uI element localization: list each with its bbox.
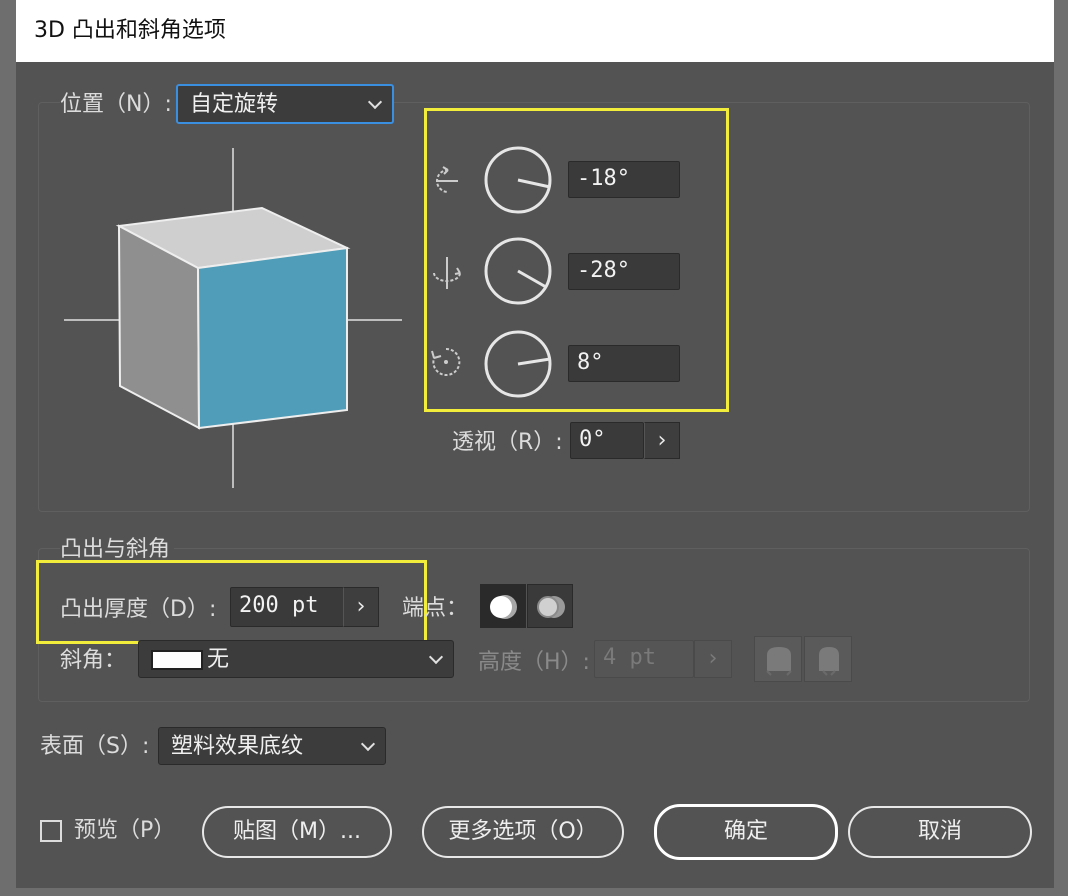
cube-front-face: [196, 246, 348, 430]
bevel-inward-icon: [819, 647, 839, 676]
rotate-z-input[interactable]: 8°: [568, 345, 680, 382]
position-select[interactable]: 自定旋转: [176, 84, 394, 124]
bevel-outward-button[interactable]: [754, 636, 802, 682]
cap-off-button[interactable]: [527, 584, 573, 628]
perspective-label: 透视（R）:: [452, 430, 563, 455]
height-label: 高度（H）:: [478, 650, 590, 675]
cap-off-icon: [537, 596, 565, 618]
window-frame-bottom: [0, 888, 1068, 896]
chevron-down-icon: [428, 649, 444, 665]
cap-on-button[interactable]: [480, 584, 526, 628]
rotate-y-dial[interactable]: [483, 236, 553, 306]
rotate-x-input[interactable]: -18°: [568, 161, 680, 198]
window-frame-left: [0, 0, 16, 896]
cancel-button[interactable]: 取消: [848, 806, 1032, 858]
rotate-x-icon: [436, 166, 458, 193]
extrude-depth-input[interactable]: 200 pt: [230, 587, 344, 627]
extrude-depth-slider-button[interactable]: ›: [343, 587, 379, 627]
bevel-outward-icon: [766, 647, 792, 676]
position-select-value: 自定旋转: [190, 92, 279, 117]
bevel-select-value: 无: [207, 647, 230, 672]
dialog-title: 3D 凸出和斜角选项: [16, 0, 1054, 62]
chevron-down-icon: [367, 94, 383, 110]
preview-checkbox[interactable]: [40, 820, 62, 842]
height-input[interactable]: 4 pt: [594, 640, 694, 678]
position-label: 位置（N）:: [60, 90, 176, 120]
surface-select-value: 塑料效果底纹: [171, 734, 304, 759]
surface-label: 表面（S）:: [40, 734, 150, 759]
bevel-select[interactable]: 无: [138, 640, 454, 678]
cap-label: 端点：: [402, 596, 469, 621]
window-frame-right: [1054, 0, 1068, 896]
bevel-label: 斜角：: [60, 648, 127, 673]
rotate-y-icon: [433, 257, 461, 289]
perspective-input[interactable]: 0°: [570, 422, 644, 459]
map-button[interactable]: 贴图（M）...: [202, 806, 392, 858]
chevron-down-icon: [360, 736, 376, 752]
preview-label: 预览（P）: [74, 818, 176, 843]
perspective-slider-button[interactable]: ›: [644, 422, 680, 459]
extrude-depth-label: 凸出厚度（D）:: [60, 597, 217, 622]
bevel-inward-button[interactable]: [804, 636, 852, 682]
ok-button[interactable]: 确定: [654, 804, 838, 860]
cube-trackball[interactable]: [60, 148, 410, 493]
rotate-y-input[interactable]: -28°: [568, 253, 680, 290]
surface-select[interactable]: 塑料效果底纹: [158, 727, 386, 765]
cap-on-icon: [490, 595, 517, 619]
more-options-button[interactable]: 更多选项（O）: [422, 806, 624, 858]
rotate-z-dial[interactable]: [483, 329, 553, 399]
height-slider-button[interactable]: ›: [694, 640, 732, 678]
rotate-z-icon: [431, 347, 461, 376]
rotate-x-dial[interactable]: [483, 145, 553, 215]
bevel-swatch: [151, 650, 203, 670]
